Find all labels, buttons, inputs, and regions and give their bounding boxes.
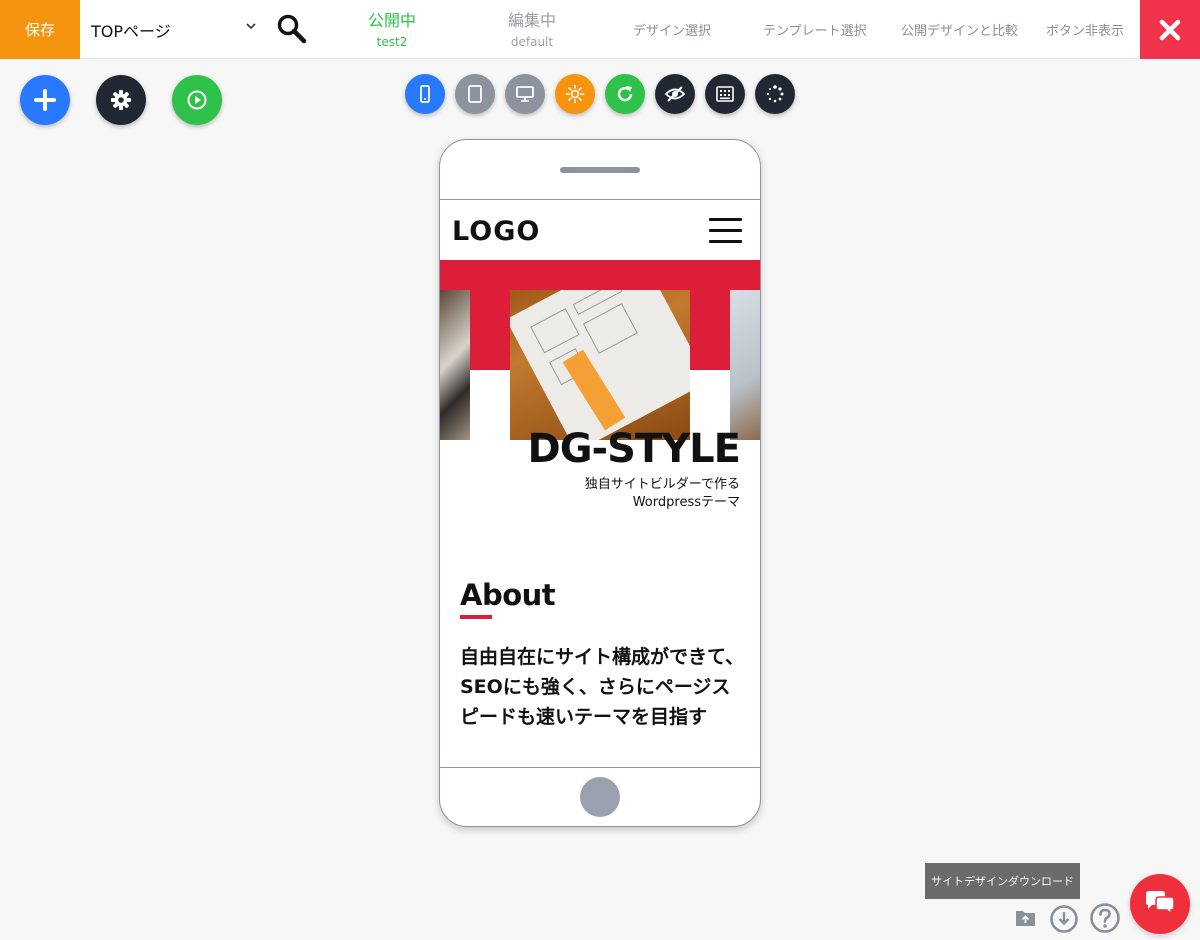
about-underline xyxy=(460,615,492,619)
slider-image-current[interactable] xyxy=(510,290,690,440)
gear-icon xyxy=(111,90,131,110)
sun-icon xyxy=(565,84,585,104)
loading-button[interactable] xyxy=(755,74,795,114)
tablet-view-button[interactable] xyxy=(455,74,495,114)
save-button[interactable]: 保存 xyxy=(0,0,80,59)
tablet-icon xyxy=(468,85,482,103)
mobile-view-button[interactable] xyxy=(405,74,445,114)
slider-image-next[interactable] xyxy=(730,290,760,440)
about-body: 自由自在にサイト構成ができて、SEOにも強く、さらにページスピードも速いテーマを… xyxy=(460,646,745,728)
template-select-link[interactable]: テンプレート選択 xyxy=(763,20,867,39)
status-public-sub: test2 xyxy=(376,35,408,49)
keyboard-button[interactable] xyxy=(705,74,745,114)
plus-icon xyxy=(34,89,56,111)
desktop-icon xyxy=(516,86,534,102)
brand-title: DG-STYLE xyxy=(527,426,741,472)
download-icon[interactable] xyxy=(1049,904,1079,934)
phone-home-button[interactable] xyxy=(580,777,620,817)
download-tooltip: サイトデザインダウンロード xyxy=(925,863,1080,899)
brand-subtitle: 独自サイトビルダーで作る Wordpressテーマ xyxy=(585,476,740,512)
status-editing-label: 編集中 xyxy=(507,11,556,30)
brand-subtitle-line2: Wordpressテーマ xyxy=(632,495,740,510)
spinner-icon xyxy=(766,85,784,103)
about-heading: About xyxy=(460,578,556,612)
chevron-down-icon xyxy=(246,23,256,30)
status-editing-sub: default xyxy=(510,35,554,49)
phone-preview-frame: LOGO DG-STYLE 独自サイトビルダーで作る Wordpressテーマ … xyxy=(439,139,761,827)
mobile-icon xyxy=(420,85,430,103)
phone-speaker xyxy=(560,167,640,173)
eye-slash-icon xyxy=(664,86,686,102)
search-icon[interactable] xyxy=(276,13,308,45)
brand-subtitle-line1: 独自サイトビルダーで作る xyxy=(584,477,740,492)
preview-button[interactable] xyxy=(172,75,222,125)
status-public-label: 公開中 xyxy=(367,11,416,30)
site-logo[interactable]: LOGO xyxy=(452,216,540,247)
hide-elements-button[interactable] xyxy=(655,74,695,114)
slider-image-prev[interactable] xyxy=(440,290,470,440)
status-editing[interactable]: 編集中 default xyxy=(492,7,572,49)
hamburger-menu-icon[interactable] xyxy=(709,218,742,244)
refresh-icon xyxy=(617,86,633,102)
close-button[interactable] xyxy=(1140,0,1200,59)
settings-button[interactable] xyxy=(96,75,146,125)
desktop-view-button[interactable] xyxy=(505,74,545,114)
compare-design-link[interactable]: 公開デザインと比較 xyxy=(901,20,1018,39)
page-select[interactable]: TOPページ xyxy=(80,0,262,59)
close-icon xyxy=(1159,19,1181,40)
status-public[interactable]: 公開中 test2 xyxy=(352,7,432,49)
keyboard-icon xyxy=(716,86,734,102)
page-select-value: TOPページ xyxy=(91,21,171,41)
reload-button[interactable] xyxy=(605,74,645,114)
preview-screen[interactable]: LOGO DG-STYLE 独自サイトビルダーで作る Wordpressテーマ … xyxy=(440,199,760,768)
folder-upload-icon[interactable] xyxy=(1015,908,1037,928)
design-select-link[interactable]: デザイン選択 xyxy=(633,20,711,39)
hide-buttons-link[interactable]: ボタン非表示 xyxy=(1046,20,1124,39)
brightness-button[interactable] xyxy=(555,74,595,114)
chat-icon xyxy=(1146,891,1175,916)
chat-button[interactable] xyxy=(1130,874,1190,934)
play-icon xyxy=(187,90,207,110)
help-icon[interactable] xyxy=(1089,902,1121,934)
top-toolbar: 保存 TOPページ 公開中 test2 編集中 default デザイン選択 テ… xyxy=(0,0,1200,59)
add-button[interactable] xyxy=(20,75,70,125)
